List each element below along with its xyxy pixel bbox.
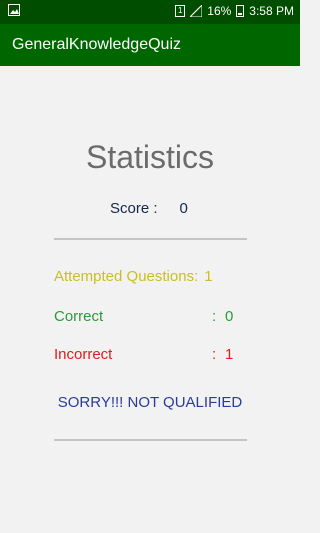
attempted-label: Attempted Questions: [54, 268, 199, 285]
score-line: Score : 0 [110, 200, 188, 217]
status-bar: 1 16% 3:58 PM [0, 0, 300, 24]
correct-value: 0 [225, 308, 234, 325]
app-bar: GeneralKnowledgeQuiz [0, 24, 300, 66]
signal-icon [190, 5, 203, 17]
attempted-value: 1 [204, 268, 213, 285]
score-value: 0 [179, 200, 188, 217]
app-title: GeneralKnowledgeQuiz [12, 36, 181, 53]
image-icon [8, 4, 20, 16]
incorrect-colon: : [212, 346, 217, 363]
result-message: SORRY!!! NOT QUALIFIED [57, 394, 243, 411]
correct-colon: : [212, 308, 217, 325]
attempted-row: Attempted Questions: 1 [54, 268, 213, 285]
top-divider [54, 238, 247, 240]
statistics-screen: Statistics Score : 0 Attempted Questions:… [0, 66, 300, 533]
page-title: Statistics [85, 139, 215, 175]
sim-icon: 1 [175, 5, 186, 17]
correct-row: Correct : 0 [54, 308, 244, 325]
correct-label: Correct [54, 308, 104, 325]
clock: 3:58 PM [249, 4, 294, 18]
score-label: Score : [110, 200, 158, 217]
incorrect-value: 1 [225, 346, 234, 363]
incorrect-row: Incorrect : 1 [54, 346, 244, 363]
battery-percent: 16% [207, 4, 232, 18]
battery-icon [236, 5, 245, 17]
incorrect-label: Incorrect [54, 346, 113, 363]
bottom-divider [54, 439, 247, 441]
